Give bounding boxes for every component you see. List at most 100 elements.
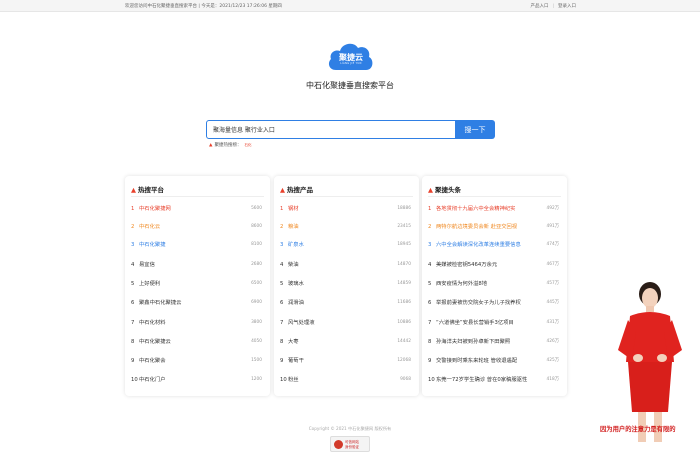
item-name[interactable]: 交警接到时乘东来轮班 管收退遇配 [436, 358, 517, 364]
list-item[interactable]: 8 中石化聚捷云 4050 [131, 336, 264, 348]
item-name[interactable]: 粮油 [288, 224, 299, 230]
rank: 9 [280, 358, 284, 364]
item-name[interactable]: 中石化门户 [139, 377, 166, 383]
list-item[interactable]: 7 中石化材料 3800 [131, 317, 264, 329]
item-name[interactable]: 中石化聚捷云 [139, 339, 171, 345]
item-name[interactable]: 葡萄干 [288, 358, 304, 364]
rank: 1 [280, 206, 284, 212]
rank: 4 [131, 262, 135, 268]
item-name[interactable]: 矿泉水 [288, 242, 304, 248]
item-name[interactable]: 孙海洋夫妇被到孙卓新下田聚照 [436, 339, 510, 345]
badge-text: 可信网站 身份验证 [345, 440, 359, 450]
trust-badge[interactable]: 可信网站 身份验证 [330, 436, 370, 452]
divider [131, 196, 264, 197]
divider [428, 196, 561, 197]
list-item[interactable]: 1 中石化聚捷网 5600 [131, 203, 264, 215]
rank: 7 [280, 320, 284, 326]
item-name[interactable]: 柴油 [288, 262, 299, 268]
item-name[interactable]: 两特尔航边境委员会新 赴亚交回视 [436, 224, 517, 230]
list-item[interactable]: 7 风气处理液 10886 [280, 317, 413, 329]
list-item[interactable]: 10粉丝 9068 [280, 374, 413, 386]
list-item[interactable]: 4 美媒被检密钥5464万余元 467万 [428, 259, 561, 271]
item-name[interactable]: 各地贯彻十九届六中全会精神纪实 [436, 206, 515, 212]
rank: 8 [280, 339, 284, 345]
item-name[interactable]: 钢材 [288, 206, 299, 212]
panel-hot-products: ▲ 热搜产品 1 钢材 18886 2 粮油 23415 3 矿泉水 18945 4 柴油 148… [274, 176, 419, 396]
rank: 5 [428, 281, 432, 287]
item-name[interactable]: 六中全会解读深化改革连续重要信息 [436, 242, 521, 248]
list-item[interactable]: 2 粮油 23415 [280, 221, 413, 233]
item-name[interactable]: 大枣 [288, 339, 299, 345]
badge-line-1: 可信网站 [345, 440, 359, 444]
item-count: 426万 [546, 339, 560, 344]
list-item[interactable]: 1 各地贯彻十九届六中全会精神纪实 492万 [428, 203, 561, 215]
flame-icon: ▲ [280, 186, 285, 194]
list-item[interactable]: 4 易宜信 2680 [131, 259, 264, 271]
list-item[interactable]: 9 中石化聚会 1500 [131, 355, 264, 367]
item-name[interactable]: 粉丝 [288, 377, 299, 383]
panel-title-text: 热搜平台 [138, 186, 164, 194]
list-item[interactable]: 7 “六道佛坐”安县长营销手3亿项目 431万 [428, 317, 561, 329]
item-name[interactable]: “六道佛坐”安县长营销手3亿项目 [436, 320, 514, 326]
search-button[interactable]: 搜一下 [455, 120, 495, 139]
item-count: 14442 [397, 339, 411, 344]
item-name[interactable]: 美媒被检密钥5464万余元 [436, 262, 497, 268]
item-count: 5600 [251, 206, 262, 211]
item-count: 18886 [397, 206, 411, 211]
list-item[interactable]: 8 孙海洋夫妇被到孙卓新下田聚照 426万 [428, 336, 561, 348]
item-count: 9068 [400, 377, 411, 382]
list-item[interactable]: 10东莞一72岁学生确诊 曾在0家稿服驱性 418万 [428, 374, 561, 386]
item-name[interactable]: 易宜信 [139, 262, 155, 268]
list-item[interactable]: 6 聚鑫中石化聚捷云 6900 [131, 297, 264, 309]
list-item[interactable]: 3 矿泉水 18945 [280, 239, 413, 251]
list-item[interactable]: 3 中石化聚捷 8100 [131, 239, 264, 251]
item-count: 14870 [397, 262, 411, 267]
rank: 4 [428, 262, 432, 268]
item-name[interactable]: 中石化云 [139, 224, 160, 230]
item-name[interactable]: 举报前妻被伤交院女子为儿子找养权 [436, 300, 521, 306]
item-name[interactable]: 中石化聚捷 [139, 242, 166, 248]
item-name[interactable]: 玻璃水 [288, 281, 304, 287]
list-item[interactable]: 2 中石化云 8600 [131, 221, 264, 233]
rank: 3 [280, 242, 284, 248]
search-input[interactable] [206, 120, 456, 139]
list-item[interactable]: 3 六中全会解读深化改革连续重要信息 474万 [428, 239, 561, 251]
item-count: 445万 [546, 300, 560, 305]
list-item[interactable]: 4 柴油 14870 [280, 259, 413, 271]
list-item[interactable]: 2 两特尔航边境委员会新 赴亚交回视 491万 [428, 221, 561, 233]
rank: 10 [428, 377, 435, 383]
item-name[interactable]: 中石化材料 [139, 320, 166, 326]
item-count: 491万 [546, 224, 560, 229]
list-item[interactable]: 5 上好便利 6500 [131, 278, 264, 290]
item-count: 12068 [397, 358, 411, 363]
login-entry-link[interactable]: 登录入口 [558, 4, 576, 9]
list-item[interactable]: 5 西安疫情为何外溢8地 457万 [428, 278, 561, 290]
list-item[interactable]: 6 润滑油 11686 [280, 297, 413, 309]
product-entry-link[interactable]: 产品入口 [530, 4, 548, 9]
list-item[interactable]: 8 大枣 14442 [280, 336, 413, 348]
item-count: 474万 [546, 242, 560, 247]
rank: 2 [131, 224, 135, 230]
item-name[interactable]: 上好便利 [139, 281, 160, 287]
item-name[interactable]: 风气处理液 [288, 320, 315, 326]
list-item[interactable]: 10中石化门户 1200 [131, 374, 264, 386]
item-name[interactable]: 聚鑫中石化聚捷云 [139, 300, 181, 306]
list-item[interactable]: 1 钢材 18886 [280, 203, 413, 215]
rank: 6 [131, 300, 135, 306]
item-name[interactable]: 中石化聚会 [139, 358, 166, 364]
item-name[interactable]: 中石化聚捷网 [139, 206, 171, 212]
hot-search-words[interactable]: 石化 [244, 143, 251, 147]
list-item[interactable]: 5 玻璃水 14859 [280, 278, 413, 290]
rank: 9 [131, 358, 135, 364]
hot-search-tag: ▲ 聚捷热搜榜： 石化 [209, 142, 251, 148]
list-item[interactable]: 9 交警接到时乘东来轮班 管收退遇配 425万 [428, 355, 561, 367]
item-name[interactable]: 东莞一72岁学生确诊 曾在0家稿服驱性 [436, 377, 527, 383]
item-count: 467万 [546, 262, 560, 267]
rank: 2 [280, 224, 284, 230]
item-count: 4050 [251, 339, 262, 344]
item-name[interactable]: 西安疫情为何外溢8地 [436, 281, 487, 287]
list-item[interactable]: 6 举报前妻被伤交院女子为儿子找养权 445万 [428, 297, 561, 309]
item-name[interactable]: 润滑油 [288, 300, 304, 306]
seal-icon [334, 440, 343, 449]
list-item[interactable]: 9 葡萄干 12068 [280, 355, 413, 367]
